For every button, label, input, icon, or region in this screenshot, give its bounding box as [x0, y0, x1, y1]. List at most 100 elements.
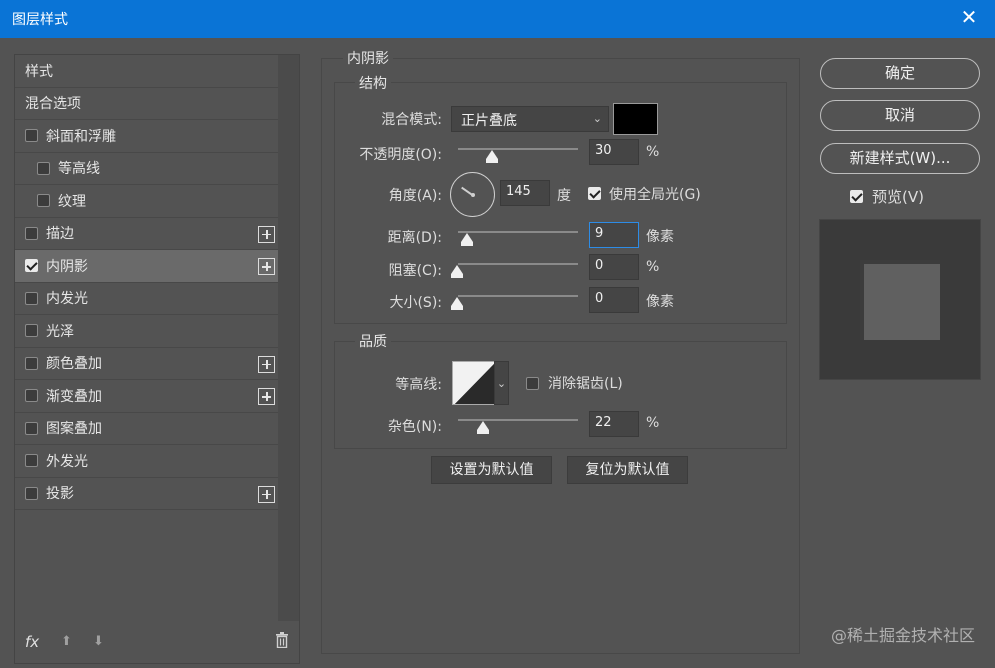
style-item-label: 颜色叠加 [46, 356, 102, 373]
move-down-icon[interactable]: ⬇ [93, 634, 104, 649]
style-item[interactable]: 光泽 [15, 315, 279, 348]
angle-dial[interactable] [450, 172, 495, 217]
blend-mode-value: 正片叠底 [461, 113, 517, 129]
style-item-label: 渐变叠加 [46, 388, 102, 405]
add-icon[interactable] [258, 355, 275, 373]
style-checkbox[interactable] [25, 454, 38, 468]
style-item[interactable]: 内发光 [15, 283, 279, 315]
style-checkbox[interactable] [25, 356, 38, 370]
size-slider-thumb[interactable] [451, 297, 463, 310]
styles-footer: fx ⬆ ⬇ [15, 623, 301, 663]
style-checkbox[interactable] [25, 129, 38, 143]
opacity-slider-track[interactable] [458, 148, 578, 150]
chevron-down-icon: ⌄ [592, 112, 602, 125]
distance-slider-thumb[interactable] [461, 233, 473, 246]
choke-input[interactable]: 0 [589, 254, 639, 280]
add-icon[interactable] [258, 258, 275, 275]
style-checkbox[interactable] [25, 226, 38, 240]
window-title: 图层样式 [12, 12, 68, 28]
style-item[interactable]: 内阴影 [15, 250, 279, 283]
structure-title: 结构 [355, 73, 391, 93]
noise-input[interactable]: 22 [589, 411, 639, 437]
style-item-label: 纹理 [58, 193, 86, 210]
style-item-label: 外发光 [46, 453, 88, 470]
quality-title: 品质 [355, 331, 391, 351]
style-item[interactable]: 纹理 [15, 185, 279, 218]
style-item[interactable]: 混合选项 [15, 88, 279, 120]
style-checkbox[interactable] [25, 259, 38, 273]
opacity-slider-thumb[interactable] [486, 150, 498, 163]
style-item-label: 图案叠加 [46, 421, 102, 438]
shadow-color-swatch[interactable] [613, 103, 658, 135]
new-style-button[interactable]: 新建样式(W)... [820, 143, 980, 174]
fx-icon[interactable]: fx [25, 633, 39, 651]
style-item[interactable]: 样式 [15, 55, 279, 88]
ok-button[interactable]: 确定 [820, 58, 980, 89]
noise-slider-thumb[interactable] [477, 421, 489, 434]
style-item-label: 样式 [25, 63, 53, 80]
style-item-label: 描边 [46, 226, 74, 243]
angle-unit: 度 [557, 188, 571, 204]
size-input[interactable]: 0 [589, 287, 639, 313]
style-checkbox[interactable] [25, 486, 38, 500]
opacity-input[interactable]: 30 [589, 139, 639, 165]
trash-icon[interactable] [275, 632, 289, 648]
contour-preview[interactable] [452, 361, 495, 405]
opacity-label: 不透明度(O): [359, 147, 442, 163]
blend-mode-select[interactable]: 正片叠底 ⌄ [451, 106, 609, 132]
style-item[interactable]: 等高线 [15, 153, 279, 185]
contour-label: 等高线: [395, 377, 442, 393]
angle-dial-center [470, 192, 475, 197]
style-checkbox[interactable] [37, 194, 50, 208]
style-item-label: 内阴影 [46, 258, 88, 275]
style-item[interactable]: 渐变叠加 [15, 380, 279, 413]
distance-unit: 像素 [646, 229, 674, 245]
style-checkbox[interactable] [37, 161, 50, 175]
contour-curve-icon [453, 362, 494, 404]
styles-scrollbar[interactable] [278, 55, 299, 621]
style-item-label: 混合选项 [25, 96, 81, 113]
style-item[interactable]: 外发光 [15, 445, 279, 478]
angle-input[interactable]: 145 [500, 180, 550, 206]
add-icon[interactable] [258, 485, 275, 503]
noise-label: 杂色(N): [387, 419, 442, 435]
preview-checkbox[interactable] [850, 190, 863, 203]
distance-input[interactable]: 9 [589, 222, 639, 248]
size-slider-track[interactable] [458, 295, 578, 297]
style-item[interactable]: 描边 [15, 218, 279, 250]
global-light-label: 使用全局光(G) [609, 187, 701, 203]
choke-label: 阻塞(C): [388, 263, 442, 279]
blend-mode-label: 混合模式: [381, 112, 442, 128]
opacity-unit: % [646, 144, 660, 160]
style-checkbox[interactable] [25, 389, 38, 403]
choke-slider-track[interactable] [458, 263, 578, 265]
reset-default-button[interactable]: 复位为默认值 [567, 456, 688, 484]
style-item[interactable]: 颜色叠加 [15, 348, 279, 380]
style-item[interactable]: 投影 [15, 478, 279, 510]
size-unit: 像素 [646, 294, 674, 310]
preview-swatch [860, 260, 940, 340]
title-bar: 图层样式 ✕ [0, 0, 995, 38]
cancel-button[interactable]: 取消 [820, 100, 980, 131]
add-icon[interactable] [258, 388, 275, 405]
antialias-checkbox[interactable] [526, 377, 539, 390]
style-item-label: 内发光 [46, 291, 88, 308]
distance-slider-track[interactable] [458, 231, 578, 233]
style-item-label: 投影 [46, 486, 74, 503]
style-checkbox[interactable] [25, 324, 38, 338]
style-item[interactable]: 图案叠加 [15, 413, 279, 445]
style-item[interactable]: 斜面和浮雕 [15, 120, 279, 153]
style-checkbox[interactable] [25, 291, 38, 305]
preview-label: 预览(V) [872, 188, 924, 206]
add-icon[interactable] [258, 225, 275, 243]
style-checkbox[interactable] [25, 421, 38, 435]
set-default-button[interactable]: 设置为默认值 [431, 456, 552, 484]
choke-unit: % [646, 259, 660, 275]
choke-slider-thumb[interactable] [451, 265, 463, 278]
contour-dropdown[interactable]: ⌄ [494, 361, 509, 405]
global-light-checkbox[interactable] [588, 187, 601, 200]
noise-slider-track[interactable] [458, 419, 578, 421]
styles-list: 样式混合选项斜面和浮雕 等高线纹理描边内阴影内发光光泽颜色叠加渐变叠加图案叠加外发… [15, 55, 279, 510]
close-icon[interactable]: ✕ [959, 7, 979, 27]
move-up-icon[interactable]: ⬆ [61, 634, 72, 649]
